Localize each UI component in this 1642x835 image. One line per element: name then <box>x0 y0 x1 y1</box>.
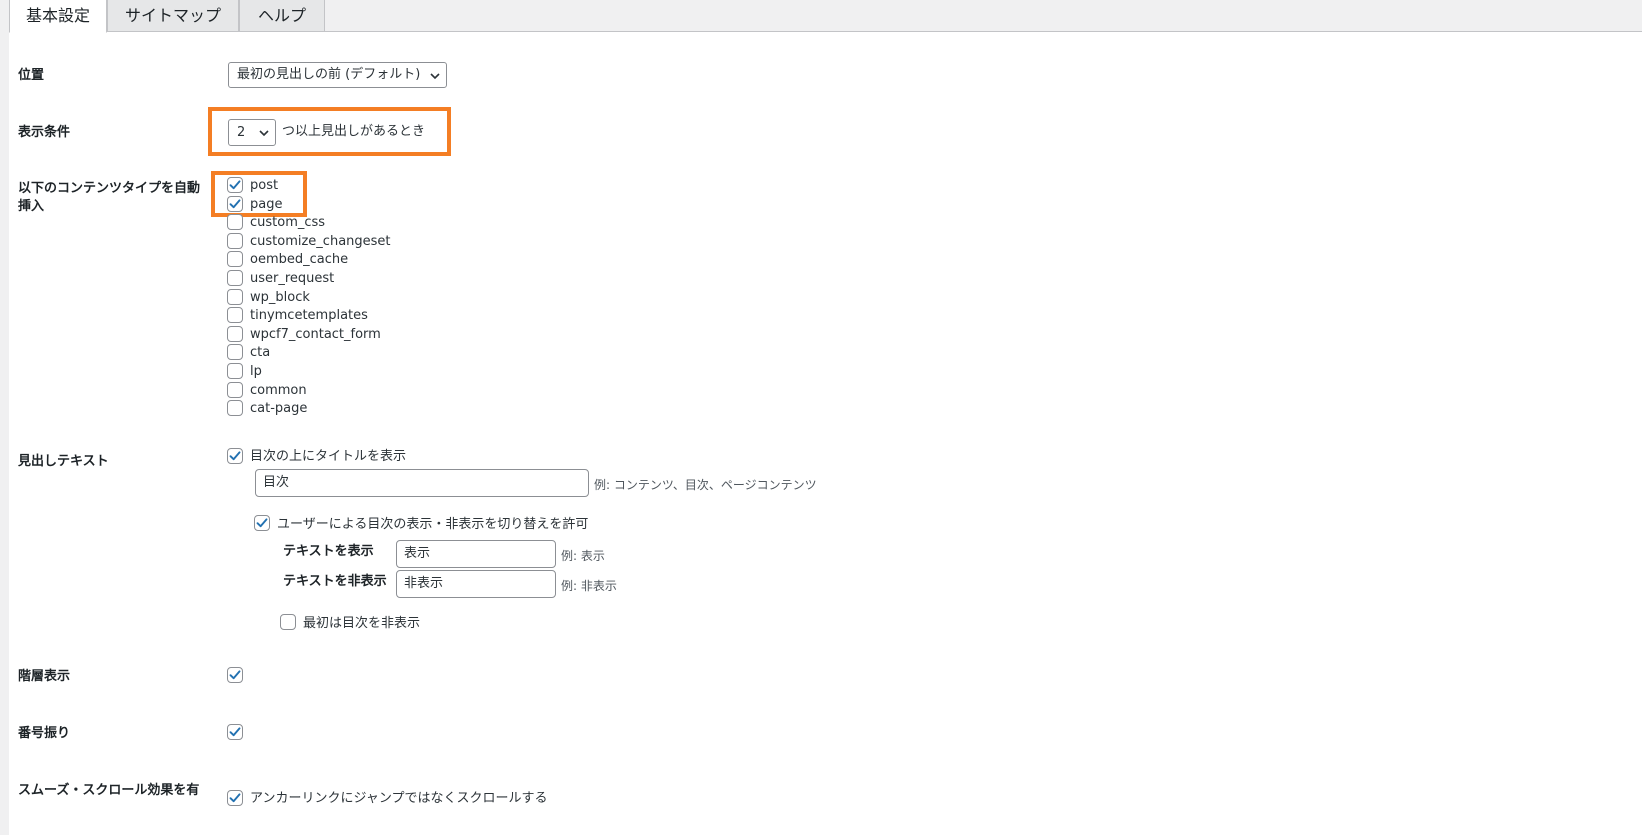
allow-toggle-label: ユーザーによる目次の表示・非表示を切り替えを許可 <box>277 517 589 532</box>
smooth-scroll-label: スムーズ・スクロール効果を有 <box>18 783 200 798</box>
position-label: 位置 <box>18 68 45 83</box>
content-type-label: user_request <box>250 271 335 286</box>
content-type-checkbox-wpcf7_contact_form[interactable] <box>227 326 243 342</box>
checkmark-icon <box>229 180 241 190</box>
checkmark-icon <box>229 670 241 680</box>
hierarchy-checkbox[interactable] <box>227 667 243 683</box>
title-text-hint: 例: コンテンツ、目次、ページコンテンツ <box>594 478 817 492</box>
content-type-checkbox-page[interactable] <box>227 196 243 212</box>
heading-count-select[interactable]: 2 <box>228 119 276 146</box>
tab-help[interactable]: ヘルプ <box>239 0 325 32</box>
content-types-label: 以下のコンテンツタイプを自動挿入 <box>18 181 201 214</box>
checkmark-icon <box>229 199 241 209</box>
content-type-checkbox-oembed_cache[interactable] <box>227 251 243 267</box>
content-type-checkbox-lp[interactable] <box>227 363 243 379</box>
content-type-label: wp_block <box>250 290 310 305</box>
content-type-label: wpcf7_contact_form <box>250 327 381 342</box>
initially-hidden-checkbox[interactable] <box>280 614 296 630</box>
content-type-label: cat-page <box>250 401 308 416</box>
content-type-checkbox-wp_block[interactable] <box>227 289 243 305</box>
content-type-checkbox-cta[interactable] <box>227 344 243 360</box>
numbering-label: 番号振り <box>18 726 71 741</box>
hierarchy-label: 階層表示 <box>18 669 71 684</box>
heading-text-label: 見出しテキスト <box>18 454 109 469</box>
content-type-label: common <box>250 383 307 398</box>
hide-text-hint: 例: 非表示 <box>561 579 617 593</box>
content-type-label: page <box>250 197 283 212</box>
content-type-label: cta <box>250 345 271 360</box>
content-type-checkbox-common[interactable] <box>227 382 243 398</box>
heading-count-value: 2 <box>237 125 246 140</box>
content-type-checkbox-post[interactable] <box>227 177 243 193</box>
heading-count-suffix: つ以上見出しがあるとき <box>282 124 426 139</box>
checkmark-icon <box>256 518 268 528</box>
tab-basic-settings[interactable]: 基本設定 <box>9 0 107 33</box>
content-type-checkbox-custom_css[interactable] <box>227 214 243 230</box>
position-select[interactable]: 最初の見出しの前 (デフォルト) <box>228 62 447 88</box>
content-type-label: post <box>250 178 279 193</box>
checkmark-icon <box>229 793 241 803</box>
checkmark-icon <box>229 727 241 737</box>
admin-left-strip <box>0 0 9 835</box>
show-title-checkbox[interactable] <box>227 448 243 464</box>
tab-bar: 基本設定 サイトマップ ヘルプ <box>9 0 1642 33</box>
display-condition-label: 表示条件 <box>18 125 71 140</box>
content-type-label: tinymcetemplates <box>250 308 368 323</box>
show-text-input[interactable]: 表示 <box>396 540 556 568</box>
position-selected-value: 最初の見出しの前 (デフォルト) <box>237 67 421 82</box>
tab-sitemap[interactable]: サイトマップ <box>107 0 239 32</box>
show-title-label: 目次の上にタイトルを表示 <box>250 449 407 464</box>
chevron-down-icon <box>430 73 440 80</box>
chevron-down-icon <box>259 130 269 137</box>
content-type-label: lp <box>250 364 262 379</box>
allow-toggle-checkbox[interactable] <box>254 515 270 531</box>
hide-text-label: テキストを非表示 <box>283 574 387 589</box>
content-type-label: customize_changeset <box>250 234 391 249</box>
title-text-input[interactable]: 目次 <box>255 469 589 497</box>
smooth-scroll-checkbox[interactable] <box>227 790 243 806</box>
initially-hidden-label: 最初は目次を非表示 <box>303 616 421 631</box>
content-type-label: custom_css <box>250 215 326 230</box>
content-type-checkbox-tinymcetemplates[interactable] <box>227 307 243 323</box>
hide-text-input[interactable]: 非表示 <box>396 570 556 598</box>
content-type-label: oembed_cache <box>250 252 349 267</box>
content-type-checkbox-user_request[interactable] <box>227 270 243 286</box>
show-text-label: テキストを表示 <box>283 544 374 559</box>
smooth-scroll-option-label: アンカーリンクにジャンプではなくスクロールする <box>250 791 548 806</box>
content-type-checkbox-customize_changeset[interactable] <box>227 233 243 249</box>
numbering-checkbox[interactable] <box>227 724 243 740</box>
show-text-hint: 例: 表示 <box>561 549 605 563</box>
content-type-checkbox-cat-page[interactable] <box>227 400 243 416</box>
checkmark-icon <box>229 451 241 461</box>
